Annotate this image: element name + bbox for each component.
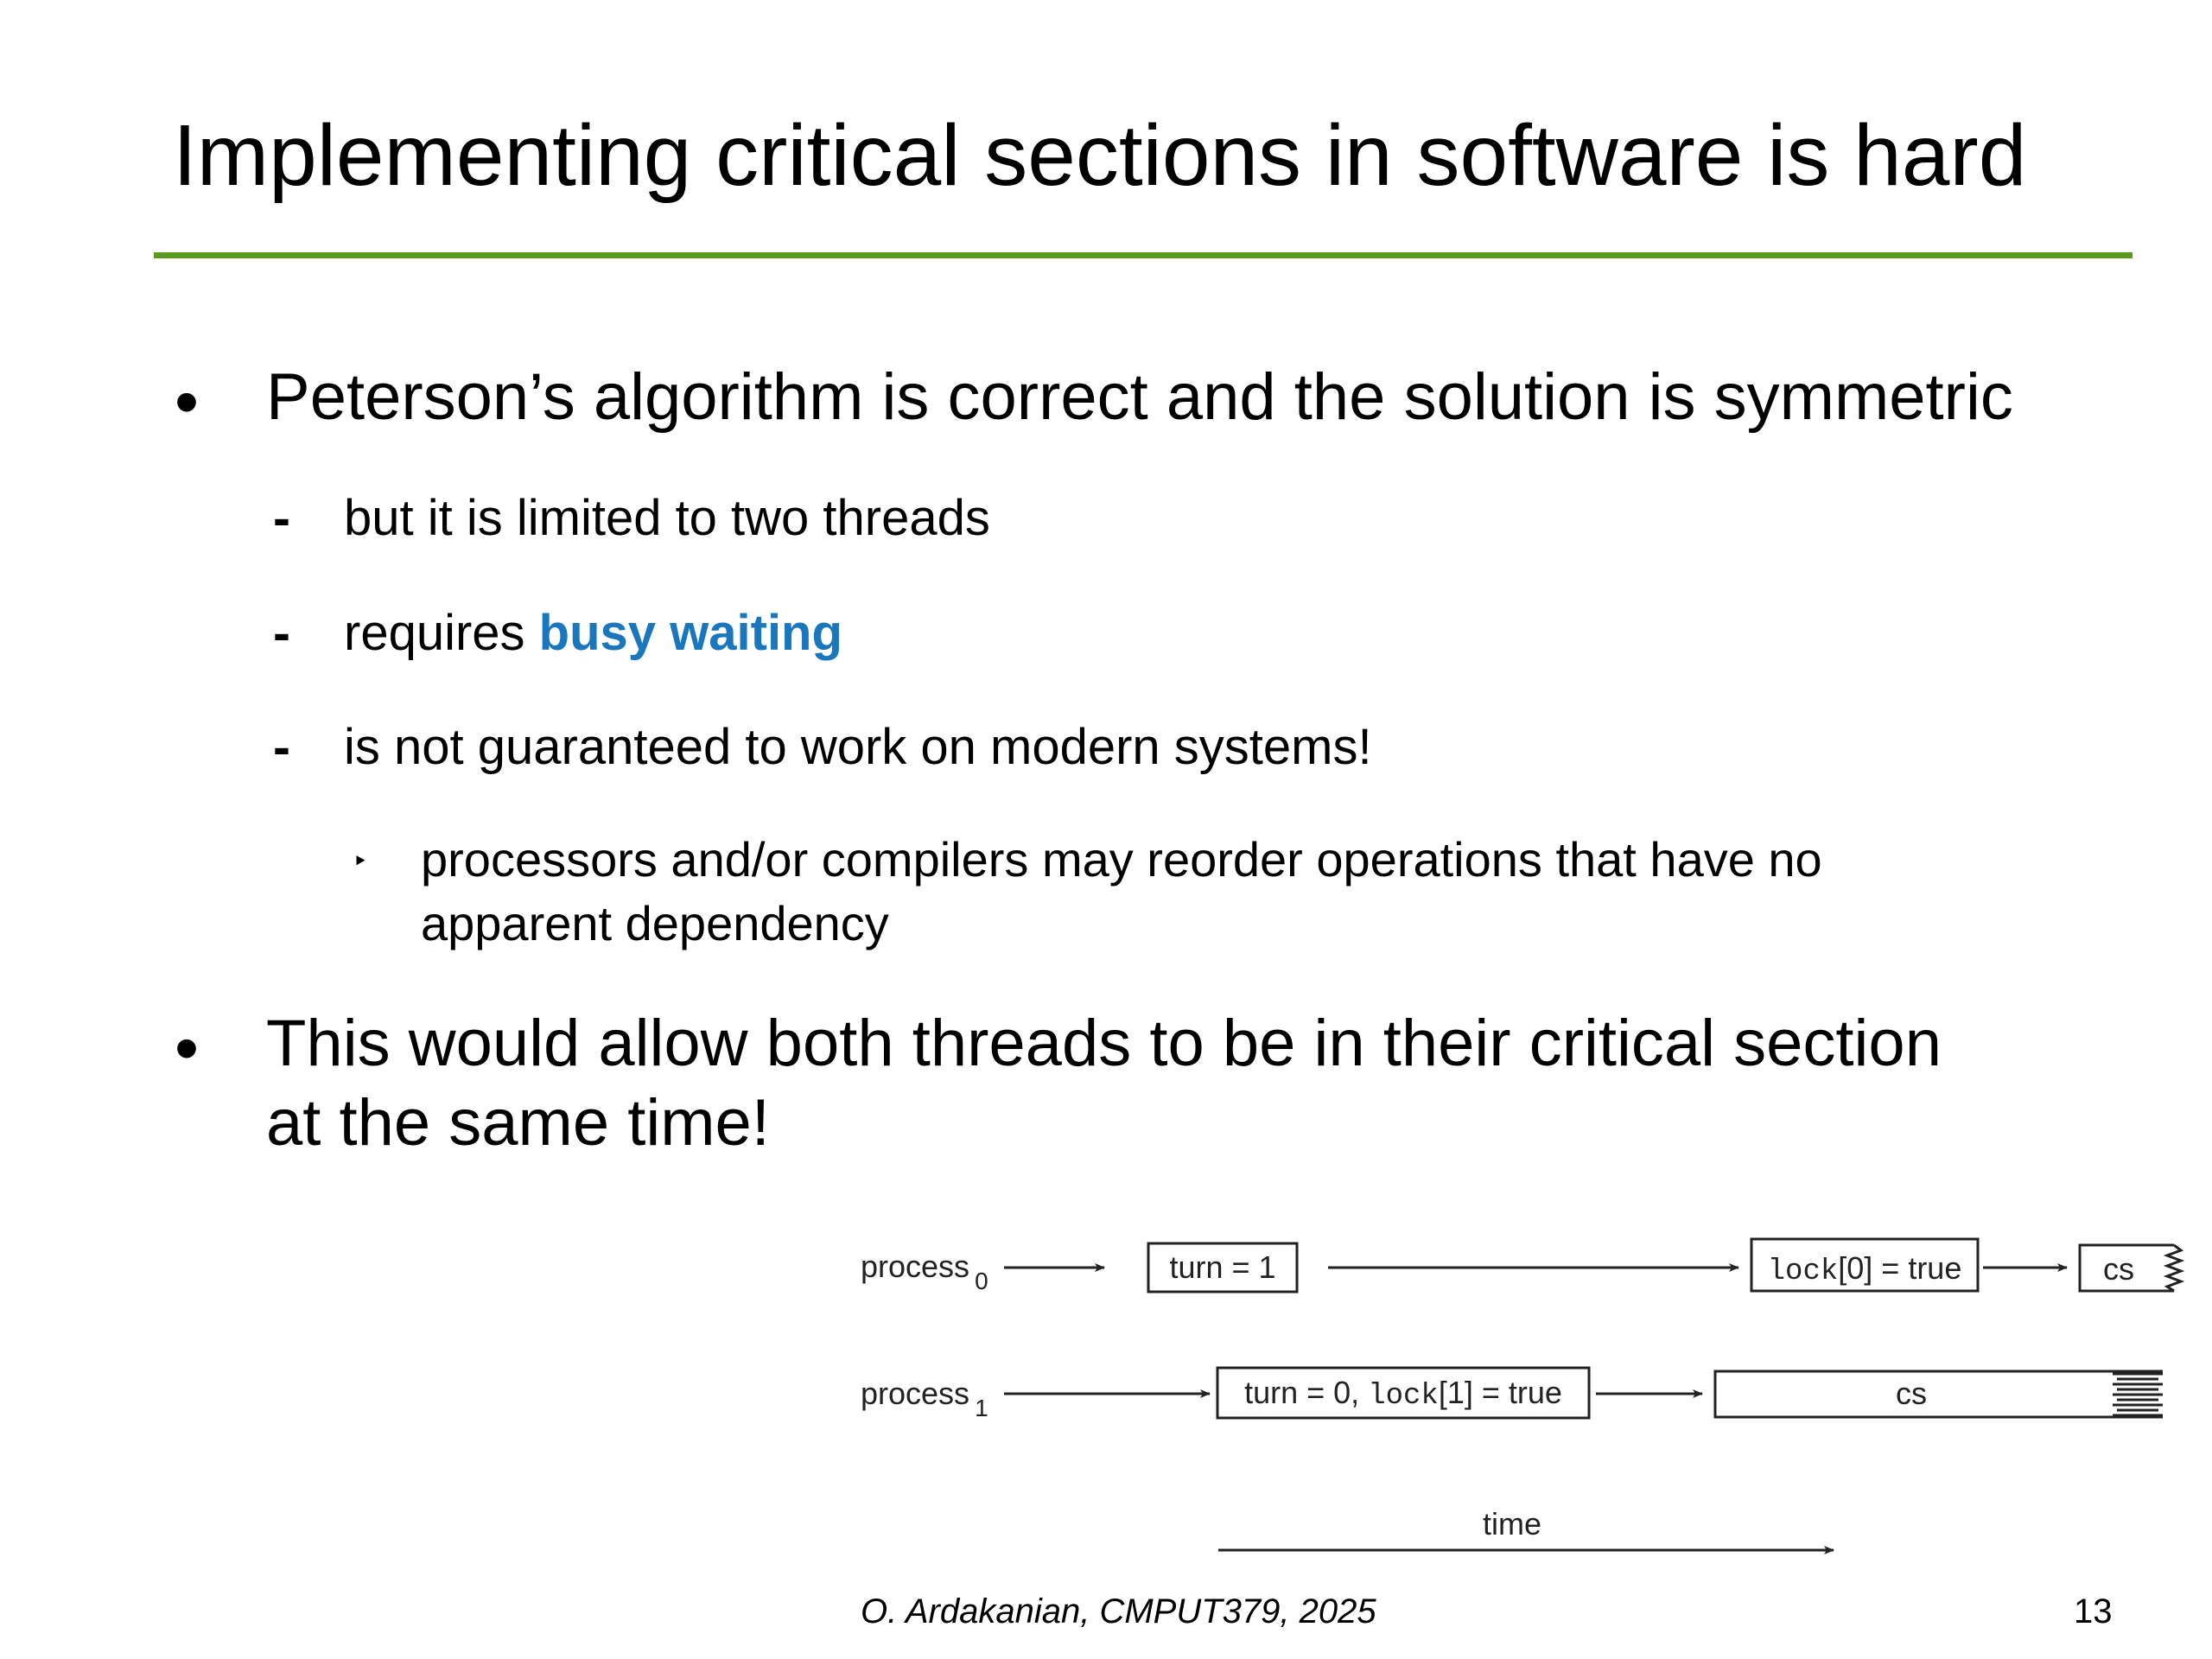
cs-0-text: cs bbox=[2103, 1251, 2134, 1287]
process-0-label-text: process bbox=[861, 1249, 969, 1284]
lock1-value: [1] = true bbox=[1439, 1375, 1562, 1410]
footer-credit: O. Ardakanian, CMPUT379, 2025 bbox=[861, 1592, 1376, 1630]
lock0-code: lock bbox=[1768, 1255, 1839, 1288]
box-cs-0-label: cs bbox=[2103, 1251, 2134, 1287]
box-turn-1-text: turn = 1 bbox=[1169, 1249, 1275, 1285]
cs-1-text: cs bbox=[1896, 1376, 1927, 1411]
process-1-label-text: process bbox=[861, 1376, 969, 1411]
turn-0-text: turn = 0, bbox=[1244, 1375, 1368, 1410]
box-cs-1 bbox=[1713, 1370, 2163, 1419]
box-lock0-true-label: lock[0] = true bbox=[1768, 1250, 1962, 1288]
box-turn-1-label: turn = 1 bbox=[1169, 1249, 1275, 1285]
process-0-label: process 0 bbox=[861, 1249, 988, 1294]
box-turn-0-lock1-true-label: turn = 0, lock[1] = true bbox=[1244, 1375, 1562, 1413]
process-0-subscript: 0 bbox=[975, 1268, 988, 1294]
lock1-code: lock bbox=[1368, 1380, 1439, 1413]
slide: Implementing critical sections in softwa… bbox=[0, 0, 2212, 1659]
lock0-value: [0] = true bbox=[1838, 1250, 1961, 1286]
time-label-text: time bbox=[1483, 1506, 1541, 1541]
cs-1-zigzag-edge bbox=[2113, 1372, 2163, 1417]
timing-diagram: process 0 turn = 1 lock[0] = true cs proc… bbox=[861, 1237, 2185, 1554]
time-label: time bbox=[1483, 1506, 1541, 1541]
cs-0-zigzag-edge bbox=[2163, 1243, 2185, 1293]
process-1-label: process 1 bbox=[861, 1376, 988, 1421]
box-cs-1-label: cs bbox=[1896, 1376, 1927, 1411]
page-number: 13 bbox=[2074, 1592, 2113, 1630]
process-1-subscript: 1 bbox=[975, 1395, 988, 1421]
